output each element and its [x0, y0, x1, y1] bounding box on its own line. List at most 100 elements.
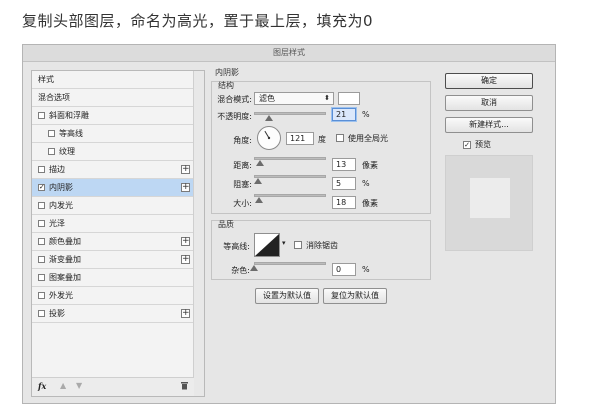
add-style-plus-icon[interactable]: + — [181, 237, 190, 246]
reset-default-button[interactable]: 复位为默认值 — [323, 288, 387, 304]
choke-input[interactable]: 5 — [332, 177, 356, 190]
noise-input[interactable]: 0 — [332, 263, 356, 276]
style-item[interactable]: 斜面和浮雕 — [32, 107, 194, 125]
style-item[interactable]: 内发光 — [32, 197, 194, 215]
style-item[interactable]: 混合选项 — [32, 89, 194, 107]
noise-slider-thumb[interactable] — [250, 265, 258, 271]
style-item[interactable]: 外发光 — [32, 287, 194, 305]
opacity-label: 不透明度: — [217, 112, 252, 121]
style-item-checkbox[interactable] — [38, 292, 45, 299]
style-item-label: 外发光 — [49, 291, 73, 300]
add-style-plus-icon[interactable]: + — [181, 183, 190, 192]
distance-slider-thumb[interactable] — [255, 160, 264, 166]
trash-icon[interactable] — [180, 381, 189, 392]
angle-dial[interactable] — [257, 126, 281, 150]
shadow-color-swatch[interactable] — [338, 92, 360, 105]
distance-input[interactable]: 13 — [332, 158, 356, 171]
add-style-plus-icon[interactable]: + — [181, 255, 190, 264]
choke-slider-thumb[interactable] — [253, 178, 262, 184]
contour-chevron-down-icon[interactable]: ▾ — [282, 239, 286, 247]
style-preview — [445, 155, 533, 251]
styles-list-footer: fx ▲ ▼ — [32, 377, 194, 396]
choke-label: 阻塞: — [233, 180, 252, 189]
noise-label: 杂色: — [231, 266, 250, 275]
chevron-down-icon: ⬍ — [324, 94, 330, 102]
choke-slider-track[interactable] — [254, 175, 326, 178]
style-item[interactable]: 渐变叠加 + — [32, 251, 194, 269]
blend-mode-label: 混合模式: — [217, 95, 252, 104]
distance-slider-track[interactable] — [254, 157, 326, 160]
style-item-label: 等高线 — [59, 129, 83, 138]
style-item-label: 纹理 — [59, 147, 75, 156]
cancel-button[interactable]: 取消 — [445, 95, 533, 111]
size-slider-thumb[interactable] — [255, 197, 264, 203]
noise-unit: % — [362, 265, 370, 274]
blend-mode-value: 滤色 — [259, 94, 275, 103]
style-item-checkbox[interactable] — [38, 202, 45, 209]
contour-picker[interactable] — [254, 233, 280, 257]
page-caption: 复制头部图层，命名为高光，置于最上层，填充为0 — [22, 12, 374, 30]
style-item-checkbox[interactable] — [38, 256, 45, 263]
style-item-label: 投影 — [49, 309, 65, 318]
style-item[interactable]: ✓ 内阴影 + — [32, 179, 194, 197]
styles-list-scrollbar[interactable] — [193, 71, 204, 396]
opacity-input[interactable]: 21 — [332, 108, 356, 121]
style-item-label: 图案叠加 — [49, 273, 81, 282]
arrow-down-icon[interactable]: ▼ — [76, 381, 82, 390]
distance-label: 距离: — [233, 161, 252, 170]
structure-title: 结构 — [218, 81, 234, 90]
size-unit: 像素 — [362, 199, 378, 208]
opacity-slider-thumb[interactable] — [265, 115, 274, 121]
distance-unit: 像素 — [362, 161, 378, 170]
style-item[interactable]: 等高线 — [32, 125, 194, 143]
style-item-label: 描边 — [49, 165, 65, 174]
global-light-label: 使用全局光 — [348, 134, 388, 143]
angle-label: 角度: — [233, 136, 252, 145]
choke-unit: % — [362, 179, 370, 188]
style-item[interactable]: 图案叠加 — [32, 269, 194, 287]
style-item-label: 颜色叠加 — [49, 237, 81, 246]
style-item-label: 内阴影 — [49, 183, 73, 192]
style-item-label: 斜面和浮雕 — [49, 111, 89, 120]
dialog-title: 图层样式 — [23, 45, 555, 62]
preview-checkbox[interactable]: ✓ — [463, 141, 471, 149]
antialias-label: 消除锯齿 — [306, 241, 338, 250]
style-item[interactable]: 颜色叠加 + — [32, 233, 194, 251]
style-item[interactable]: 光泽 — [32, 215, 194, 233]
preview-label: 预览 — [475, 140, 491, 149]
size-slider-track[interactable] — [254, 194, 326, 197]
quality-title: 品质 — [218, 220, 234, 229]
style-item-checkbox[interactable] — [38, 112, 45, 119]
new-style-button[interactable]: 新建样式... — [445, 117, 533, 133]
antialias-checkbox[interactable] — [294, 241, 302, 249]
style-item-label: 光泽 — [49, 219, 65, 228]
noise-slider-track[interactable] — [254, 262, 326, 265]
blend-mode-select[interactable]: 滤色 ⬍ — [254, 92, 334, 105]
global-light-checkbox[interactable] — [336, 134, 344, 142]
style-item[interactable]: 投影 + — [32, 305, 194, 323]
style-item-checkbox[interactable] — [48, 130, 55, 137]
style-item-checkbox[interactable] — [38, 238, 45, 245]
style-item-checkbox[interactable] — [38, 166, 45, 173]
style-item-checkbox[interactable] — [38, 220, 45, 227]
style-item-checkbox[interactable] — [38, 274, 45, 281]
set-default-button[interactable]: 设置为默认值 — [255, 288, 319, 304]
style-item[interactable]: 样式 — [32, 71, 194, 89]
ok-button[interactable]: 确定 — [445, 73, 533, 89]
size-input[interactable]: 18 — [332, 196, 356, 209]
style-item-label: 内发光 — [49, 201, 73, 210]
styles-list: 样式 混合选项 斜面和浮雕 等高线 纹理 描边 + ✓ 内阴影 + 内发光 光泽 颜色叠加 + 渐变叠加 + 图… — [31, 70, 205, 397]
fx-icon[interactable]: fx — [38, 381, 46, 391]
angle-input[interactable]: 121 — [286, 132, 314, 145]
structure-group: 结构 混合模式: 滤色 ⬍ 不透明度: 21 % 角度: 121 度 使用全局光… — [211, 81, 431, 214]
add-style-plus-icon[interactable]: + — [181, 165, 190, 174]
style-item[interactable]: 纹理 — [32, 143, 194, 161]
style-item-checkbox[interactable] — [48, 148, 55, 155]
add-style-plus-icon[interactable]: + — [181, 309, 190, 318]
style-item-checkbox[interactable]: ✓ — [38, 184, 45, 191]
contour-curve-icon — [255, 234, 279, 256]
quality-group: 品质 等高线: ▾ 消除锯齿 杂色: 0 % — [211, 220, 431, 280]
style-item[interactable]: 描边 + — [32, 161, 194, 179]
arrow-up-icon[interactable]: ▲ — [60, 381, 66, 390]
style-item-checkbox[interactable] — [38, 310, 45, 317]
